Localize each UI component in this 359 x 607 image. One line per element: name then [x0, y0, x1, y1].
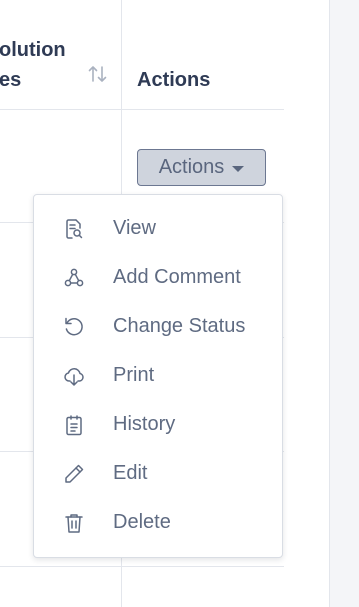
- actions-dropdown-menu: View Add Comment Change Status Print His…: [33, 194, 283, 558]
- menu-item-label: Delete: [113, 511, 171, 533]
- column-header-resolution-line1[interactable]: olution: [0, 35, 66, 65]
- side-panel: [330, 0, 359, 607]
- menu-item-change-status[interactable]: Change Status: [34, 302, 282, 351]
- gutter: [284, 0, 329, 607]
- cloud-download-icon: [62, 364, 86, 388]
- menu-item-print[interactable]: Print: [34, 351, 282, 400]
- column-header-resolution-line2[interactable]: es: [0, 65, 21, 95]
- clipboard-list-icon: [62, 413, 86, 437]
- trash-icon: [62, 511, 86, 535]
- actions-dropdown-button[interactable]: Actions: [137, 149, 266, 186]
- share-nodes-icon: [62, 266, 86, 290]
- sort-icon[interactable]: [86, 62, 110, 86]
- menu-item-label: History: [113, 413, 176, 435]
- menu-item-edit[interactable]: Edit: [34, 449, 282, 498]
- menu-item-label: Print: [113, 364, 155, 386]
- menu-item-label: Change Status: [113, 315, 246, 337]
- pencil-icon: [62, 462, 86, 486]
- row-divider: [0, 566, 284, 567]
- table-header-row: olution es Actions: [0, 0, 284, 110]
- menu-item-add-comment[interactable]: Add Comment: [34, 253, 282, 302]
- menu-item-label: Edit: [113, 462, 148, 484]
- column-header-actions: Actions: [137, 69, 211, 91]
- menu-item-label: View: [113, 217, 156, 239]
- document-search-icon: [62, 217, 86, 241]
- caret-down-icon: [232, 166, 245, 172]
- actions-button-label: Actions: [158, 156, 225, 178]
- menu-item-view[interactable]: View: [34, 204, 282, 253]
- menu-item-delete[interactable]: Delete: [34, 498, 282, 547]
- menu-item-label: Add Comment: [113, 266, 241, 288]
- menu-item-history[interactable]: History: [34, 400, 282, 449]
- rotate-icon: [62, 315, 86, 339]
